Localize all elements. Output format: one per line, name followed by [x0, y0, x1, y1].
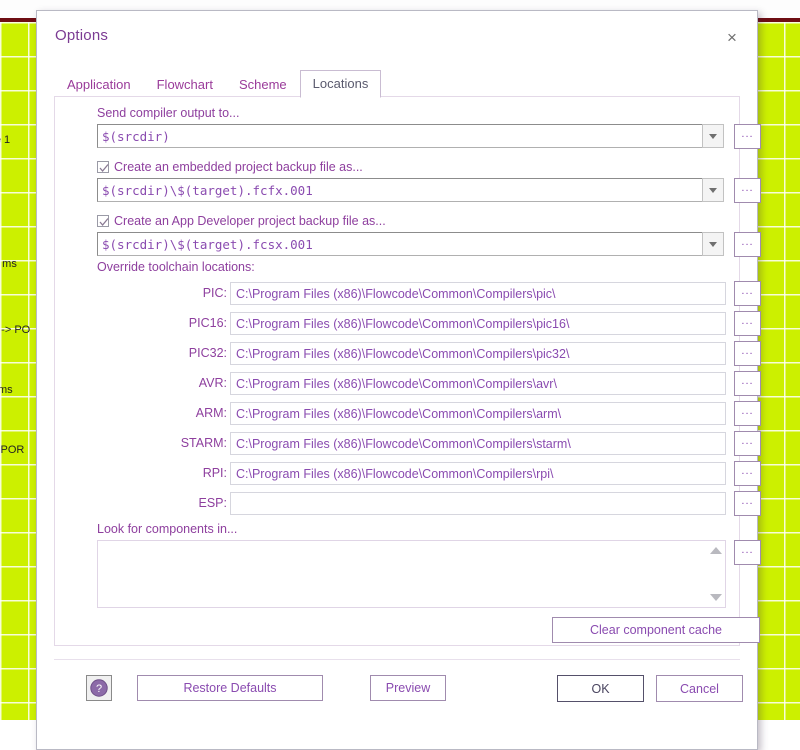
- toolchain-label-starm: STARM:: [180, 436, 227, 450]
- triangle-up-icon[interactable]: [710, 547, 722, 554]
- appdev-backup-checkbox-row[interactable]: Create an App Developer project backup f…: [97, 214, 386, 228]
- toolchain-input-pic[interactable]: C:\Program Files (x86)\Flowcode\Common\C…: [230, 282, 726, 305]
- toolchain-input-starm[interactable]: C:\Program Files (x86)\Flowcode\Common\C…: [230, 432, 726, 455]
- toolchain-label-arm: ARM:: [195, 406, 227, 420]
- tab-flowchart[interactable]: Flowchart: [144, 71, 226, 98]
- compiler-output-input[interactable]: $(srcdir): [97, 124, 702, 148]
- clear-component-cache-button[interactable]: Clear component cache: [552, 617, 760, 643]
- tab-application[interactable]: Application: [54, 71, 144, 98]
- compiler-output-browse-button[interactable]: ...: [734, 124, 761, 149]
- components-scrollbar[interactable]: [707, 541, 725, 607]
- toolchain-browse-rpi[interactable]: ...: [734, 461, 761, 486]
- flowchart-label: 0 ms: [0, 258, 17, 270]
- toolchain-browse-starm[interactable]: ...: [734, 431, 761, 456]
- tab-locations[interactable]: Locations: [299, 70, 382, 98]
- restore-defaults-button[interactable]: Restore Defaults: [137, 675, 323, 701]
- chevron-down-icon: [709, 187, 717, 193]
- checkbox-checked-icon[interactable]: [97, 215, 109, 227]
- toolchain-input-rpi[interactable]: C:\Program Files (x86)\Flowcode\Common\C…: [230, 462, 726, 485]
- toolchain-browse-pic[interactable]: ...: [734, 281, 761, 306]
- embedded-backup-input[interactable]: $(srcdir)\$(target).fcfx.001: [97, 178, 702, 202]
- toolchain-label-esp: ESP:: [198, 496, 228, 510]
- flowchart-label: ile 1: [0, 134, 11, 146]
- appdev-backup-dropdown[interactable]: [702, 232, 724, 256]
- chevron-down-icon: [709, 133, 717, 139]
- appdev-backup-browse-button[interactable]: ...: [734, 232, 761, 257]
- components-browse-button[interactable]: ...: [734, 540, 761, 565]
- tab-scheme[interactable]: Scheme: [226, 71, 300, 98]
- components-listbox[interactable]: [97, 540, 726, 608]
- ok-button[interactable]: OK: [557, 675, 644, 702]
- toolchain-section-label: Override toolchain locations:: [97, 260, 255, 274]
- cancel-button[interactable]: Cancel: [656, 675, 743, 702]
- chevron-down-icon: [709, 241, 717, 247]
- compiler-output-dropdown[interactable]: [702, 124, 724, 148]
- toolchain-label-rpi: RPI:: [202, 466, 227, 480]
- embedded-backup-browse-button[interactable]: ...: [734, 178, 761, 203]
- embedded-backup-label: Create an embedded project backup file a…: [114, 160, 363, 174]
- toolchain-browse-pic16[interactable]: ...: [734, 311, 761, 336]
- options-tabs: Application Flowchart Scheme Locations: [54, 70, 382, 98]
- question-mark-icon: ?: [90, 679, 108, 697]
- footer-divider: [54, 659, 740, 660]
- toolchain-label-pic: PIC:: [202, 286, 227, 300]
- toolchain-input-avr[interactable]: C:\Program Files (x86)\Flowcode\Common\C…: [230, 372, 726, 395]
- dialog-titlebar: Options ×: [37, 11, 757, 61]
- help-button[interactable]: ?: [86, 675, 112, 701]
- flowchart-label: 5 -> PO: [0, 324, 31, 336]
- dialog-title: Options: [55, 27, 109, 44]
- options-dialog: Options × Application Flowchart Scheme Loca…: [36, 10, 761, 750]
- toolchain-label-pic32: PIC32:: [188, 346, 227, 360]
- svg-text:?: ?: [96, 683, 102, 695]
- toolchain-browse-esp[interactable]: ...: [734, 491, 761, 516]
- appdev-backup-input[interactable]: $(srcdir)\$(target).fcsx.001: [97, 232, 702, 256]
- toolchain-input-esp[interactable]: [230, 492, 726, 515]
- toolchain-browse-arm[interactable]: ...: [734, 401, 761, 426]
- toolchain-input-pic16[interactable]: C:\Program Files (x86)\Flowcode\Common\C…: [230, 312, 726, 335]
- checkbox-checked-icon[interactable]: [97, 161, 109, 173]
- triangle-down-icon[interactable]: [710, 594, 722, 601]
- embedded-backup-dropdown[interactable]: [702, 178, 724, 202]
- compiler-output-label: Send compiler output to...: [97, 106, 240, 120]
- preview-button[interactable]: Preview: [370, 675, 446, 701]
- flowchart-label: ms: [0, 384, 13, 396]
- appdev-backup-label: Create an App Developer project backup f…: [114, 214, 386, 228]
- close-icon[interactable]: ×: [715, 23, 749, 51]
- toolchain-label-pic16: PIC16:: [188, 316, 227, 330]
- components-section-label: Look for components in...: [97, 522, 238, 536]
- toolchain-input-arm[interactable]: C:\Program Files (x86)\Flowcode\Common\C…: [230, 402, 726, 425]
- toolchain-label-avr: AVR:: [198, 376, 227, 390]
- toolchain-input-pic32[interactable]: C:\Program Files (x86)\Flowcode\Common\C…: [230, 342, 726, 365]
- flowchart-label: > POR: [0, 444, 25, 456]
- toolchain-browse-pic32[interactable]: ...: [734, 341, 761, 366]
- toolchain-browse-avr[interactable]: ...: [734, 371, 761, 396]
- embedded-backup-checkbox-row[interactable]: Create an embedded project backup file a…: [97, 160, 363, 174]
